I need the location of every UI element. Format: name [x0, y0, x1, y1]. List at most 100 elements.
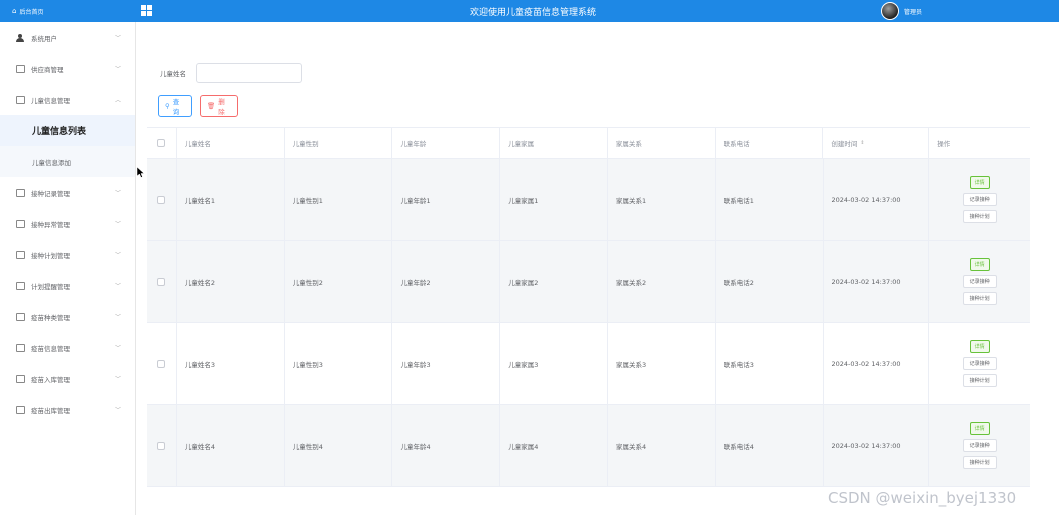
- child-name-input[interactable]: [196, 63, 302, 83]
- table-cell: 2024-03-02 14:37:00: [824, 159, 930, 240]
- doc-icon: [16, 219, 25, 228]
- vaccination-plan-button[interactable]: 接种计划: [962, 292, 997, 305]
- sidebar-subitem-child-add[interactable]: 儿童信息添加: [0, 146, 135, 177]
- table-cell: 儿童年龄2: [392, 241, 501, 322]
- vaccination-plan-button[interactable]: 接种计划: [962, 374, 997, 387]
- table-cell: 联系电话3: [716, 323, 824, 404]
- table-cell: 儿童家属3: [500, 323, 608, 404]
- table-cell: 儿童家属4: [500, 405, 608, 486]
- table-cell: 儿童家属1: [500, 159, 608, 240]
- chevron-down-icon: ﹀: [114, 35, 121, 42]
- column-header: 儿童年龄: [392, 128, 501, 158]
- sort-icon[interactable]: ⇕: [860, 140, 864, 146]
- sidebar-item-label: 疫苗入库管理: [31, 375, 70, 384]
- table-cell: 联系电话2: [716, 241, 824, 322]
- sidebar-item-label: 儿童信息管理: [31, 96, 70, 105]
- sidebar-item-vaccination-records[interactable]: 接种记录管理 ﹀: [0, 177, 135, 208]
- sidebar-item-plan-reminders[interactable]: 计划提醒管理 ﹀: [0, 270, 135, 301]
- column-header: 儿童性别: [285, 128, 393, 158]
- column-header: 联系电话: [716, 128, 824, 158]
- column-header-created-time[interactable]: 创建时间 ⇕: [823, 128, 930, 158]
- table-row: 儿童姓名2 儿童性别2 儿童年龄2 儿童家属2 家属关系2 联系电话2 2024…: [147, 241, 1030, 323]
- system-title: 欢迎使用儿童疫苗信息管理系统: [470, 8, 597, 18]
- row-select-cell: [147, 405, 177, 486]
- table-cell: 联系电话1: [716, 159, 824, 240]
- record-vaccination-button[interactable]: 记录接种: [962, 439, 997, 452]
- table-cell: 儿童姓名2: [177, 241, 285, 322]
- home-icon: ⌂: [12, 7, 17, 15]
- doc-icon: [16, 64, 25, 73]
- table-cell: 儿童姓名4: [177, 405, 285, 486]
- vaccination-plan-button[interactable]: 接种计划: [962, 210, 997, 223]
- delete-button[interactable]: 🗑 删除: [200, 95, 238, 117]
- search-button[interactable]: ⚲ 查询: [158, 95, 192, 117]
- doc-icon: [16, 343, 25, 352]
- sidebar-item-vaccine-inbound[interactable]: 疫苗入库管理 ﹀: [0, 363, 135, 394]
- row-select-cell: [147, 323, 177, 404]
- sidebar-subitem-child-list[interactable]: 儿童信息列表: [0, 115, 135, 146]
- table-cell: 家属关系4: [608, 405, 716, 486]
- sidebar-item-label: 疫苗信息管理: [31, 344, 70, 353]
- doc-icon: [16, 374, 25, 383]
- table-cell: 儿童年龄4: [392, 405, 501, 486]
- sidebar-item-children[interactable]: 儿童信息管理 ︿: [0, 84, 135, 115]
- table-cell: 儿童性别3: [285, 323, 393, 404]
- table-row: 儿童姓名4 儿童性别4 儿童年龄4 儿童家属4 家属关系4 联系电话4 2024…: [147, 405, 1030, 487]
- detail-button[interactable]: 详情: [969, 258, 990, 271]
- row-select-cell: [147, 241, 177, 322]
- table-cell: 家属关系3: [608, 323, 716, 404]
- sidebar-item-label: 接种计划管理: [31, 251, 70, 260]
- doc-icon: [16, 281, 25, 290]
- table-cell: 儿童年龄3: [392, 323, 501, 404]
- sidebar-item-vaccine-info[interactable]: 疫苗信息管理 ﹀: [0, 332, 135, 363]
- column-header-label: 创建时间: [831, 140, 858, 148]
- table-row: 儿童姓名3 儿童性别3 儿童年龄3 儿童家属3 家属关系3 联系电话3 2024…: [147, 323, 1030, 405]
- sidebar-item-system-users[interactable]: 系统用户 ﹀: [0, 22, 135, 53]
- sidebar-item-suppliers[interactable]: 供应商管理 ﹀: [0, 53, 135, 84]
- sidebar-item-label: 接种记录管理: [31, 189, 70, 198]
- menu-toggle-icon[interactable]: [141, 5, 152, 16]
- home-link[interactable]: ⌂ 后台首页: [0, 0, 136, 22]
- chevron-down-icon: ﹀: [114, 66, 121, 73]
- sidebar-item-vaccination-plans[interactable]: 接种计划管理 ﹀: [0, 239, 135, 270]
- watermark: CSDN @weixin_byej1330: [828, 489, 1017, 507]
- row-checkbox[interactable]: [157, 359, 166, 368]
- table-cell: 家属关系1: [608, 159, 716, 240]
- brand-label: 后台首页: [19, 8, 44, 16]
- child-info-table: 儿童姓名 儿童性别 儿童年龄 儿童家属 家属关系 联系电话 创建时间 ⇕ 操作 儿…: [147, 127, 1030, 487]
- record-vaccination-button[interactable]: 记录接种: [962, 193, 997, 206]
- detail-button[interactable]: 详情: [969, 340, 990, 353]
- row-checkbox[interactable]: [157, 195, 166, 204]
- record-vaccination-button[interactable]: 记录接种: [962, 357, 997, 370]
- vaccination-plan-button[interactable]: 接种计划: [962, 456, 997, 469]
- row-checkbox[interactable]: [157, 441, 166, 450]
- doc-icon: [16, 95, 25, 104]
- sidebar: 系统用户 ﹀ 供应商管理 ﹀ 儿童信息管理 ︿ 儿童信息列表 儿童信息添加 接种…: [0, 22, 136, 515]
- sidebar-item-label: 疫苗种类管理: [31, 313, 70, 322]
- record-vaccination-button[interactable]: 记录接种: [962, 275, 997, 288]
- table-cell: 儿童家属2: [500, 241, 608, 322]
- table-cell: 儿童性别4: [285, 405, 393, 486]
- select-all-checkbox[interactable]: [157, 139, 166, 147]
- chevron-down-icon: ﹀: [114, 190, 121, 197]
- column-header: 操作: [937, 140, 951, 148]
- sidebar-item-vaccination-anomalies[interactable]: 接种异常管理 ﹀: [0, 208, 135, 239]
- sidebar-item-vaccine-types[interactable]: 疫苗种类管理 ﹀: [0, 301, 135, 332]
- table-cell: 儿童性别1: [285, 159, 393, 240]
- sidebar-item-label: 计划提醒管理: [31, 282, 70, 291]
- row-checkbox[interactable]: [157, 277, 166, 286]
- top-header: ⌂ 后台首页 欢迎使用儿童疫苗信息管理系统 管理员: [0, 0, 1059, 22]
- chevron-down-icon: ﹀: [114, 283, 121, 290]
- admin-name[interactable]: 管理员: [904, 7, 922, 16]
- detail-button[interactable]: 详情: [969, 176, 990, 189]
- row-actions: 详情 记录接种 接种计划: [929, 323, 1030, 404]
- row-select-cell: [147, 159, 177, 240]
- child-name-label: 儿童姓名: [160, 70, 186, 78]
- table-cell: 儿童姓名1: [177, 159, 285, 240]
- sidebar-item-vaccine-outbound[interactable]: 疫苗出库管理 ﹀: [0, 394, 135, 425]
- chevron-down-icon: ﹀: [114, 314, 121, 321]
- sidebar-item-label: 系统用户: [31, 34, 57, 43]
- detail-button[interactable]: 详情: [969, 422, 990, 435]
- doc-icon: [16, 312, 25, 321]
- avatar[interactable]: [881, 2, 899, 20]
